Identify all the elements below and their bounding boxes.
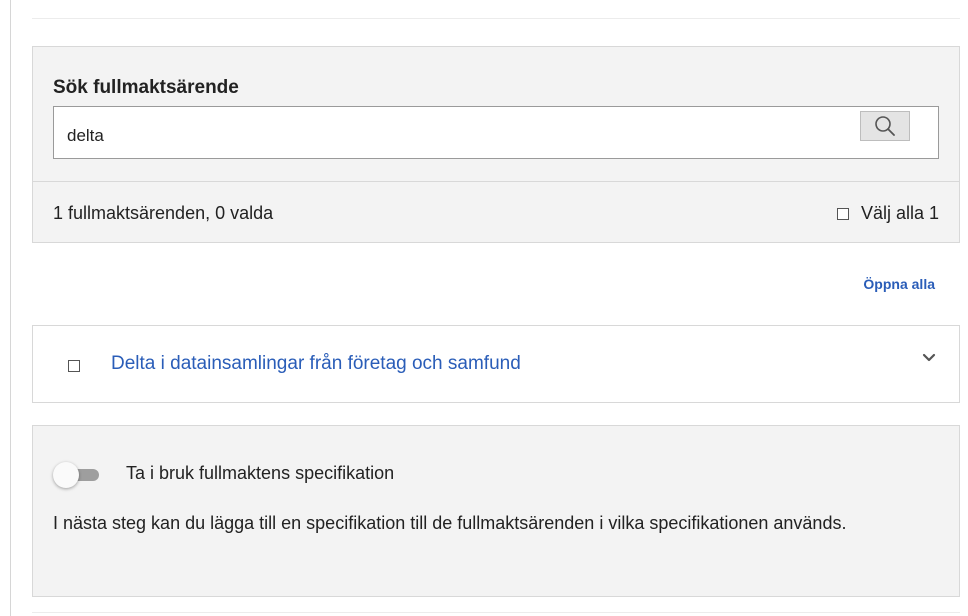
search-panel: Sök fullmaktsärende 1 fullmaktsärenden, … xyxy=(32,46,960,243)
result-item-checkbox[interactable] xyxy=(68,360,80,372)
bottom-divider xyxy=(32,612,960,613)
result-count: 1 fullmaktsärenden, 0 valda xyxy=(53,203,274,223)
specification-description: I nästa steg kan du lägga till en specif… xyxy=(53,513,847,533)
select-all-label: Välj alla 1 xyxy=(860,203,939,223)
toggle-knob xyxy=(53,462,79,488)
search-field[interactable] xyxy=(53,106,939,159)
search-label: Sök fullmaktsärende xyxy=(53,77,239,98)
top-divider xyxy=(32,18,960,19)
search-input[interactable] xyxy=(54,107,844,158)
left-border xyxy=(10,0,11,616)
page: Sök fullmaktsärende 1 fullmaktsärenden, … xyxy=(0,0,968,616)
open-all-link[interactable]: Öppna alla xyxy=(863,276,935,292)
search-icon xyxy=(875,116,895,136)
specification-toggle-label: Ta i bruk fullmaktens specifikation xyxy=(126,463,395,483)
panel-divider xyxy=(33,181,959,182)
select-all[interactable]: Välj alla 1 xyxy=(836,203,939,224)
result-item-label[interactable]: Delta i datainsamlingar från företag och… xyxy=(111,353,521,375)
result-item[interactable]: Delta i datainsamlingar från företag och… xyxy=(32,325,960,403)
search-button[interactable] xyxy=(860,111,910,141)
specification-toggle[interactable] xyxy=(53,462,99,488)
select-all-checkbox[interactable] xyxy=(836,207,849,220)
specification-panel: Ta i bruk fullmaktens specifikation I nä… xyxy=(32,425,960,597)
chevron-down-icon[interactable] xyxy=(921,352,937,364)
